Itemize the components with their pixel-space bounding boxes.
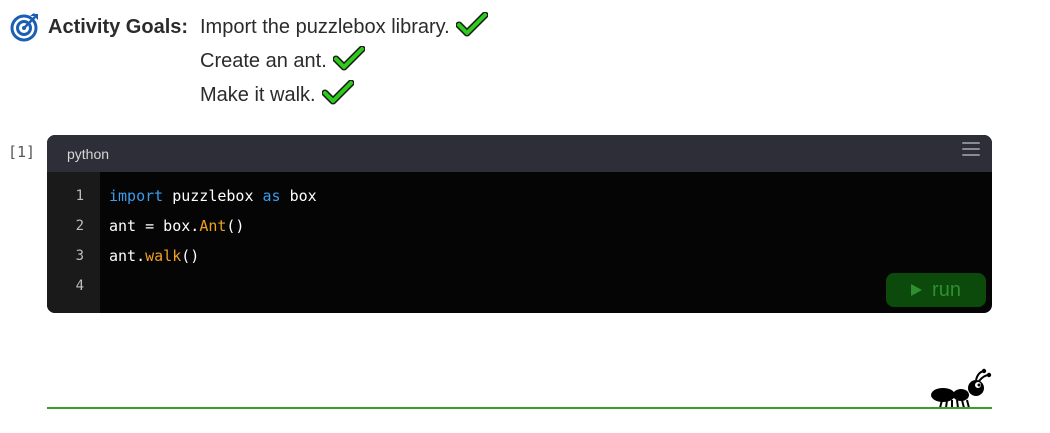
line-number: 2: [75, 218, 84, 234]
checkmark-icon: [321, 80, 354, 105]
code-line[interactable]: import puzzlebox as box: [109, 181, 992, 211]
line-gutter: 1 2 3 4: [47, 172, 100, 313]
run-label: run: [932, 278, 961, 301]
goal-item: Import the puzzlebox library.: [200, 10, 488, 44]
module-token: puzzlebox: [163, 187, 263, 205]
ground-line: [47, 407, 992, 409]
run-button[interactable]: run: [886, 273, 986, 307]
line-number: 3: [75, 248, 84, 264]
code-line[interactable]: [109, 271, 992, 301]
goal-text: Create an ant.: [200, 50, 327, 72]
goal-text: Make it walk.: [200, 84, 316, 106]
language-label: python: [67, 145, 110, 162]
goals-label: Activity Goals:: [48, 16, 189, 38]
alias-token: box: [280, 187, 317, 205]
checkmark-icon: [332, 46, 365, 71]
function-token: walk: [145, 247, 182, 265]
goal-item: Make it walk.: [200, 78, 488, 112]
line-number: 4: [75, 278, 84, 294]
editor-body: 1 2 3 4 import puzzlebox as box ant = bo…: [47, 172, 992, 313]
goals-list: Import the puzzlebox library. Create an …: [200, 10, 488, 112]
code-token: (): [226, 217, 245, 235]
keyword-token: import: [109, 187, 164, 205]
activity-goals: Activity Goals: Import the puzzlebox lib…: [10, 10, 488, 112]
checkmark-icon: [455, 12, 488, 37]
code-token: ant = box.: [109, 217, 200, 235]
editor-header: python: [47, 135, 992, 172]
line-number: 1: [75, 188, 84, 204]
hamburger-menu-icon[interactable]: [962, 141, 980, 156]
code-token: (): [181, 247, 200, 265]
keyword-token: as: [262, 187, 281, 205]
code-editor[interactable]: python 1 2 3 4 import puzzlebox as box a…: [47, 135, 992, 313]
code-line[interactable]: ant.walk(): [109, 241, 992, 271]
code-area[interactable]: import puzzlebox as box ant = box.Ant() …: [100, 172, 992, 313]
ant-icon: [931, 368, 992, 409]
code-line[interactable]: ant = box.Ant(): [109, 211, 992, 241]
target-icon: [10, 13, 38, 42]
code-token: ant.: [109, 247, 146, 265]
cell-prompt: [1]: [8, 143, 36, 161]
function-token: Ant: [199, 217, 227, 235]
goal-item: Create an ant.: [200, 44, 488, 78]
play-icon: [911, 284, 923, 296]
goal-text: Import the puzzlebox library.: [200, 16, 450, 38]
